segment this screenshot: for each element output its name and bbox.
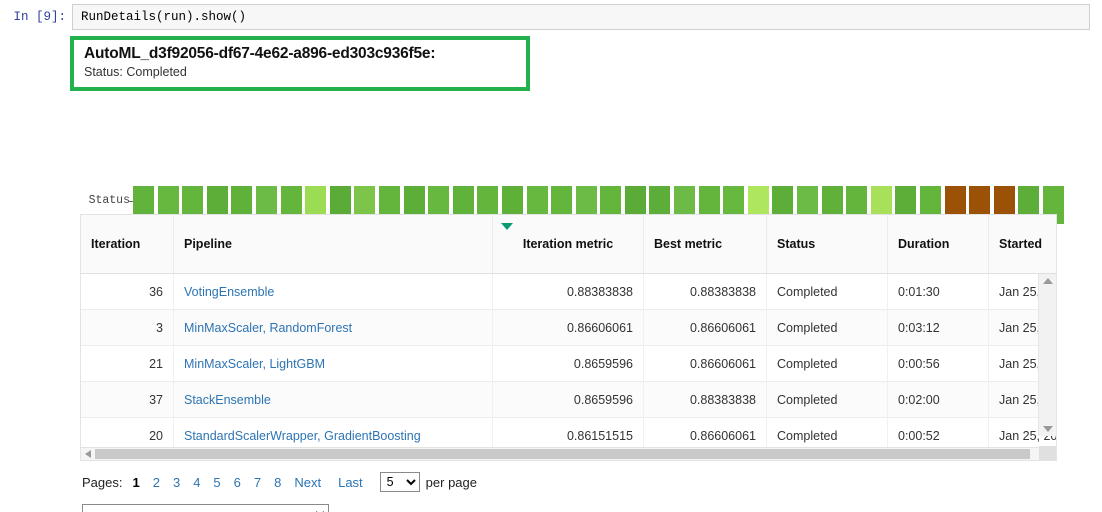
notebook-input-cell: In [9]: RunDetails(run).show() — [0, 4, 1102, 30]
cell-duration: 0:02:00 — [887, 381, 989, 418]
table-header-label: Iteration — [91, 237, 141, 251]
cell-duration: 0:00:56 — [887, 345, 989, 382]
cell-pipeline[interactable]: StackEnsemble — [173, 381, 493, 418]
page-link-1[interactable]: 1 — [132, 475, 139, 490]
cell-iteration_metric: 0.86606061 — [492, 309, 644, 346]
sort-descending-icon[interactable] — [501, 223, 513, 230]
table-header-label: Duration — [898, 237, 950, 251]
table-row[interactable]: 37 StackEnsemble 0.8659596 0.88383838 Comple… — [81, 381, 1056, 418]
scroll-up-icon[interactable] — [1043, 278, 1053, 284]
cell-best_metric: 0.86606061 — [643, 309, 767, 346]
cell-iteration_metric: 0.88383838 — [492, 273, 644, 310]
scroll-left-icon[interactable] — [85, 450, 91, 458]
iterations-table-container: Iteration Pipeline Iteration metric Best me… — [80, 214, 1057, 454]
pipeline-link[interactable]: VotingEnsemble — [184, 285, 274, 299]
table-header-label: Pipeline — [184, 237, 232, 251]
primary-metric-select[interactable]: accuracyAUC_weightedaverage_precision_sc… — [82, 504, 329, 512]
per-page-select[interactable]: 5102050 — [379, 472, 420, 492]
page-link-2[interactable]: 2 — [153, 475, 160, 490]
page-link-4[interactable]: 4 — [193, 475, 200, 490]
cell-iteration_metric: 0.8659596 — [492, 381, 644, 418]
run-status: Status: Completed — [84, 65, 187, 79]
table-header-label: Status — [777, 237, 816, 251]
cell-status: Completed — [766, 381, 888, 418]
cell-pipeline[interactable]: VotingEnsemble — [173, 273, 493, 310]
cell-duration: 0:03:12 — [887, 309, 989, 346]
cell-status: Completed — [766, 273, 888, 310]
table-header-row: Iteration Pipeline Iteration metric Best me… — [81, 215, 1056, 274]
vertical-scroll-thumb[interactable] — [1041, 288, 1054, 420]
table-horizontal-scrollbar[interactable] — [80, 446, 1057, 461]
cell-best_metric: 0.88383838 — [643, 381, 767, 418]
cell-status: Completed — [766, 345, 888, 382]
table-row[interactable]: 3 MinMaxScaler, RandomForest 0.86606061 0.8… — [81, 309, 1056, 346]
table-header-iteration_metric[interactable]: Iteration metric — [492, 215, 644, 274]
table-header-label: Started — [999, 237, 1043, 251]
table-header-status[interactable]: Status — [766, 215, 888, 274]
horizontal-scroll-thumb[interactable] — [95, 449, 1030, 459]
pipeline-link[interactable]: MinMaxScaler, LightGBM — [184, 357, 325, 371]
run-details-widget-page: In [9]: RunDetails(run).show() AutoML_d3… — [0, 0, 1102, 512]
page-link-8[interactable]: 8 — [274, 475, 281, 490]
page-link-7[interactable]: 7 — [254, 475, 261, 490]
next-page-link[interactable]: Next — [294, 475, 321, 490]
page-number-links: 12345678 — [132, 475, 294, 490]
input-prompt-label: In [9]: — [13, 10, 66, 24]
last-page-link[interactable]: Last — [338, 475, 363, 490]
cell-iteration: 36 — [81, 273, 174, 310]
pipeline-link[interactable]: StandardScalerWrapper, GradientBoosting — [184, 429, 421, 443]
cell-pipeline[interactable]: MinMaxScaler, LightGBM — [173, 345, 493, 382]
table-head: Iteration Pipeline Iteration metric Best me… — [81, 215, 1056, 274]
cell-iteration: 37 — [81, 381, 174, 418]
page-link-5[interactable]: 5 — [213, 475, 220, 490]
table-header-pipeline[interactable]: Pipeline — [173, 215, 493, 274]
table-header-iteration[interactable]: Iteration — [81, 215, 174, 274]
iterations-table: Iteration Pipeline Iteration metric Best me… — [81, 215, 1056, 453]
table-header-label: Iteration metric — [522, 237, 614, 251]
table-body: 36 VotingEnsemble 0.88383838 0.88383838 Comp… — [81, 273, 1056, 453]
pipeline-link[interactable]: MinMaxScaler, RandomForest — [184, 321, 352, 335]
page-link-3[interactable]: 3 — [173, 475, 180, 490]
cell-duration: 0:01:30 — [887, 273, 989, 310]
cell-status: Completed — [766, 309, 888, 346]
code-input[interactable]: RunDetails(run).show() — [72, 4, 1090, 30]
scroll-down-icon[interactable] — [1043, 426, 1053, 432]
table-row[interactable]: 21 MinMaxScaler, LightGBM 0.8659596 0.86606… — [81, 345, 1056, 382]
per-page-label: per page — [425, 474, 477, 490]
run-title: AutoML_d3f92056-df67-4e62-a896-ed303c936… — [84, 45, 436, 62]
scrollbar-corner — [1039, 446, 1056, 460]
cell-iteration: 3 — [81, 309, 174, 346]
cell-pipeline[interactable]: MinMaxScaler, RandomForest — [173, 309, 493, 346]
table-vertical-scrollbar[interactable] — [1038, 274, 1056, 436]
pipeline-link[interactable]: StackEnsemble — [184, 393, 271, 407]
page-link-6[interactable]: 6 — [234, 475, 241, 490]
pagination-bar: Pages: 12345678 Next Last 5102050 per pa… — [82, 472, 477, 492]
chart-y-axis-label: Status — [88, 194, 130, 207]
run-header-box: AutoML_d3f92056-df67-4e62-a896-ed303c936… — [70, 36, 530, 91]
table-row[interactable]: 36 VotingEnsemble 0.88383838 0.88383838 Comp… — [81, 273, 1056, 310]
pages-label: Pages: — [82, 474, 123, 490]
table-header-started[interactable]: Started — [988, 215, 1056, 274]
table-header-label: Best metric — [654, 237, 723, 251]
table-header-best_metric[interactable]: Best metric — [643, 215, 767, 274]
status-bar-chart: Status 05101520253035 — [0, 90, 1102, 246]
cell-best_metric: 0.86606061 — [643, 345, 767, 382]
cell-iteration_metric: 0.8659596 — [492, 345, 644, 382]
cell-best_metric: 0.88383838 — [643, 273, 767, 310]
cell-iteration: 21 — [81, 345, 174, 382]
table-header-duration[interactable]: Duration — [887, 215, 989, 274]
